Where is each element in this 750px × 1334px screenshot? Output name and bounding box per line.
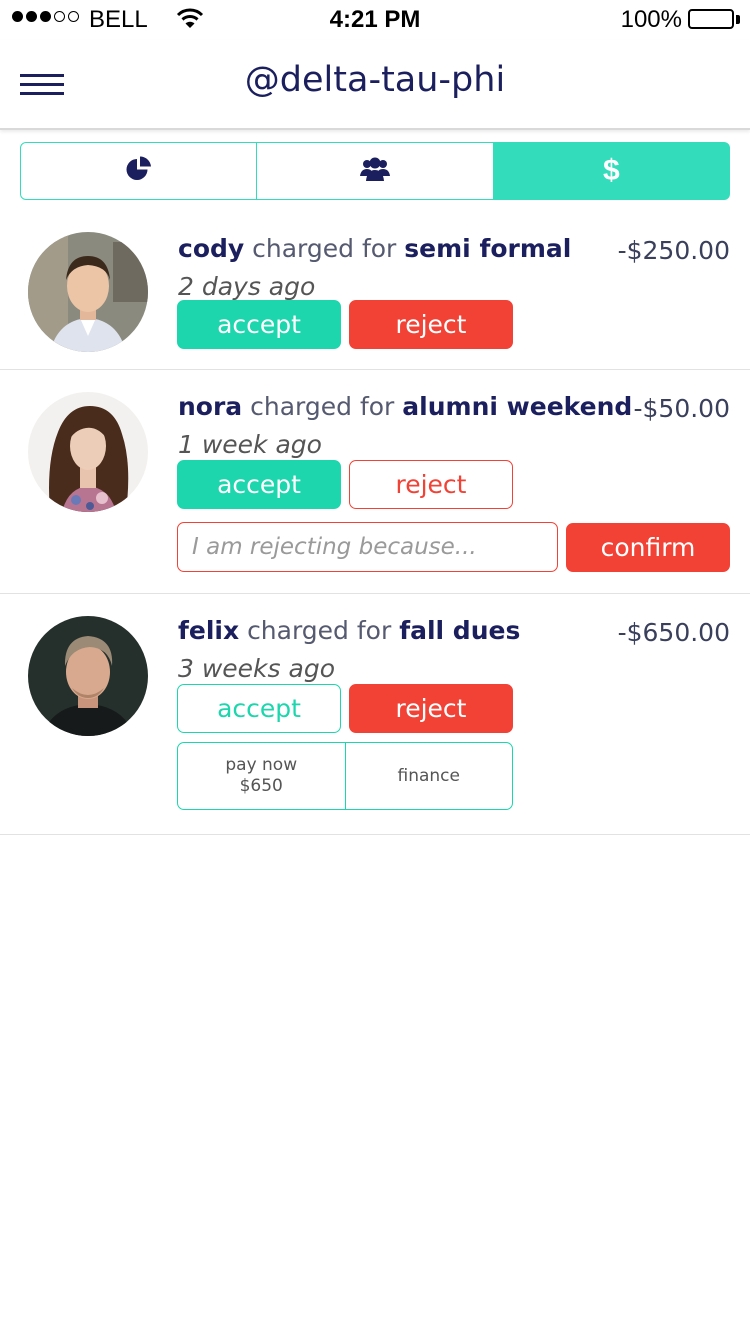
avatar (28, 616, 148, 736)
reject-button[interactable]: reject (349, 460, 513, 509)
charge-item-name: alumni weekend (402, 392, 633, 421)
charge-description: felix charged for fall dues (178, 616, 520, 645)
charge-verb: charged for (250, 392, 395, 421)
battery-percentage: 100% (620, 6, 682, 33)
charge-description: cody charged for semi formal (178, 234, 571, 263)
reject-button[interactable]: reject (349, 300, 513, 349)
charge-verb: charged for (252, 234, 397, 263)
charger-name: cody (178, 234, 245, 263)
pay-now-amount: $650 (239, 776, 283, 796)
charge-item-name: semi formal (404, 234, 572, 263)
accept-button[interactable]: accept (177, 460, 341, 509)
tab-overview[interactable] (20, 142, 258, 200)
charger-name: felix (178, 616, 240, 645)
tab-charges[interactable]: $ (493, 142, 730, 200)
charge-item: nora charged for alumni weekend -$50.00 … (0, 370, 750, 594)
battery-icon (688, 9, 740, 31)
finance-button[interactable]: finance (344, 743, 513, 809)
avatar (28, 232, 148, 352)
status-bar: BELL 4:21 PM 100% (0, 0, 750, 40)
reject-button[interactable]: reject (349, 684, 513, 733)
accept-button[interactable]: accept (177, 684, 341, 733)
pay-now-button[interactable]: pay now $650 (178, 743, 345, 809)
dollar-icon: $ (602, 154, 620, 187)
tab-members[interactable] (257, 142, 494, 200)
avatar (28, 392, 148, 512)
charge-description: nora charged for alumni weekend (178, 392, 632, 421)
charge-item: felix charged for fall dues -$650.00 3 w… (0, 594, 750, 835)
charge-item: cody charged for semi formal -$250.00 2 … (0, 212, 750, 370)
charge-time: 3 weeks ago (178, 654, 335, 683)
confirm-button[interactable]: confirm (566, 523, 730, 572)
charge-time: 1 week ago (178, 430, 322, 459)
users-icon (359, 156, 390, 186)
reject-reason-input[interactable] (177, 522, 558, 572)
accept-button[interactable]: accept (177, 300, 341, 349)
tab-bar: $ (20, 142, 730, 200)
charge-verb: charged for (247, 616, 392, 645)
finance-label: finance (397, 765, 460, 786)
charger-name: nora (178, 392, 243, 421)
nav-bar: @delta-tau-phi (0, 40, 750, 130)
page-title: @delta-tau-phi (244, 60, 506, 100)
charge-item-name: fall dues (399, 616, 521, 645)
charge-amount: -$250.00 (617, 236, 730, 265)
charge-amount: -$50.00 (633, 394, 731, 423)
charge-amount: -$650.00 (617, 618, 730, 647)
charge-time: 2 days ago (178, 272, 316, 301)
pie-chart-icon (125, 155, 153, 187)
pay-now-label: pay now (225, 755, 298, 775)
payment-options: pay now $650 finance (177, 742, 513, 810)
